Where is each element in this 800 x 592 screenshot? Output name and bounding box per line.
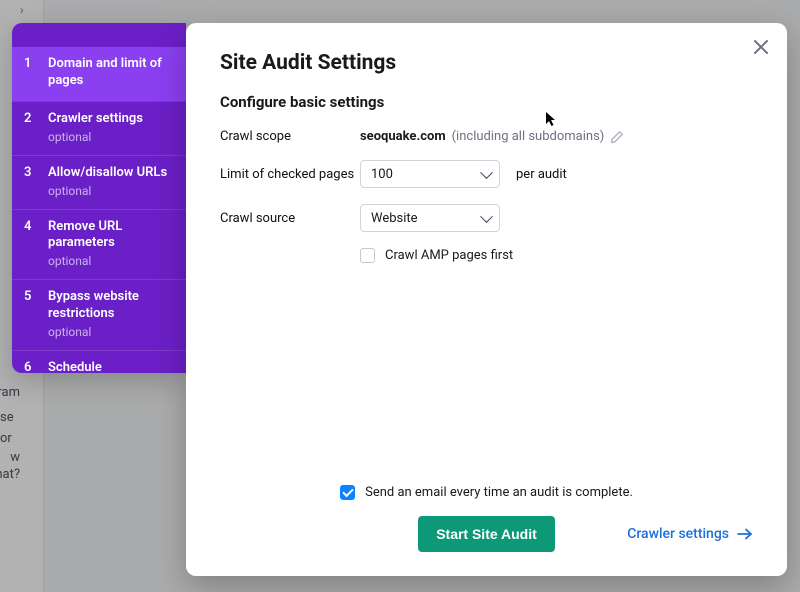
- step-title: Domain and limit of pages: [48, 56, 174, 90]
- select-value: Website: [371, 211, 418, 226]
- site-audit-settings-modal: 1 Domain and limit of pages 2 Crawler se…: [12, 23, 787, 576]
- step-title: Schedule: [48, 360, 174, 373]
- close-icon: [753, 39, 769, 55]
- step-number: 2: [24, 111, 40, 126]
- select-value: 100: [371, 167, 393, 182]
- modal-subtitle: Configure basic settings: [220, 93, 753, 111]
- close-button[interactable]: [749, 35, 773, 59]
- next-crawler-settings-link[interactable]: Crawler settings: [627, 526, 753, 542]
- row-limit-pages: Limit of checked pages 100 per audit: [220, 160, 753, 188]
- label-crawl-scope: Crawl scope: [220, 129, 360, 144]
- step-subtitle: optional: [48, 325, 174, 339]
- step-title: Bypass website restrictions: [48, 289, 174, 323]
- step-domain-and-limit[interactable]: 1 Domain and limit of pages: [12, 47, 186, 101]
- arrow-right-icon: [737, 528, 753, 540]
- pencil-icon: [610, 130, 624, 144]
- crawl-scope-domain: seoquake.com: [360, 129, 446, 144]
- row-crawl-scope: Crawl scope seoquake.com (including all …: [220, 129, 753, 144]
- step-subtitle: optional: [48, 254, 174, 268]
- label-crawl-source: Crawl source: [220, 211, 360, 226]
- step-title: Crawler settings: [48, 111, 174, 128]
- step-title: Allow/disallow URLs: [48, 165, 174, 182]
- checkbox-email-on-complete[interactable]: [340, 485, 355, 500]
- label-crawl-amp-first: Crawl AMP pages first: [385, 248, 513, 263]
- select-crawl-source[interactable]: Website: [360, 204, 500, 232]
- step-allow-disallow-urls[interactable]: 3 Allow/disallow URLs optional: [12, 155, 186, 209]
- modal-footer: Send an email every time an audit is com…: [220, 485, 753, 552]
- crawl-scope-note: (including all subdomains): [452, 129, 605, 144]
- row-amp-check: Crawl AMP pages first: [360, 248, 753, 263]
- step-bypass-restrictions[interactable]: 5 Bypass website restrictions optional: [12, 279, 186, 350]
- step-number: 3: [24, 165, 40, 180]
- select-limit-pages[interactable]: 100: [360, 160, 500, 188]
- step-remove-url-parameters[interactable]: 4 Remove URL parameters optional: [12, 209, 186, 280]
- step-number: 6: [24, 360, 40, 373]
- step-title: Remove URL parameters: [48, 219, 174, 253]
- settings-steps-sidebar: 1 Domain and limit of pages 2 Crawler se…: [12, 23, 186, 373]
- step-schedule[interactable]: 6 Schedule optional: [12, 350, 186, 373]
- step-subtitle: optional: [48, 130, 174, 144]
- step-number: 5: [24, 289, 40, 304]
- limit-suffix: per audit: [516, 167, 567, 182]
- modal-title: Site Audit Settings: [220, 51, 753, 75]
- step-number: 1: [24, 56, 40, 71]
- next-link-label: Crawler settings: [627, 526, 729, 542]
- step-subtitle: optional: [48, 184, 174, 198]
- step-crawler-settings[interactable]: 2 Crawler settings optional: [12, 101, 186, 155]
- row-crawl-source: Crawl source Website: [220, 204, 753, 232]
- step-number: 4: [24, 219, 40, 234]
- label-limit-pages: Limit of checked pages: [220, 167, 360, 182]
- edit-scope-button[interactable]: [610, 130, 624, 144]
- start-site-audit-button[interactable]: Start Site Audit: [418, 516, 555, 552]
- label-email-on-complete: Send an email every time an audit is com…: [365, 485, 633, 500]
- checkbox-crawl-amp-first[interactable]: [360, 248, 375, 263]
- settings-panel: Site Audit Settings Configure basic sett…: [186, 23, 787, 576]
